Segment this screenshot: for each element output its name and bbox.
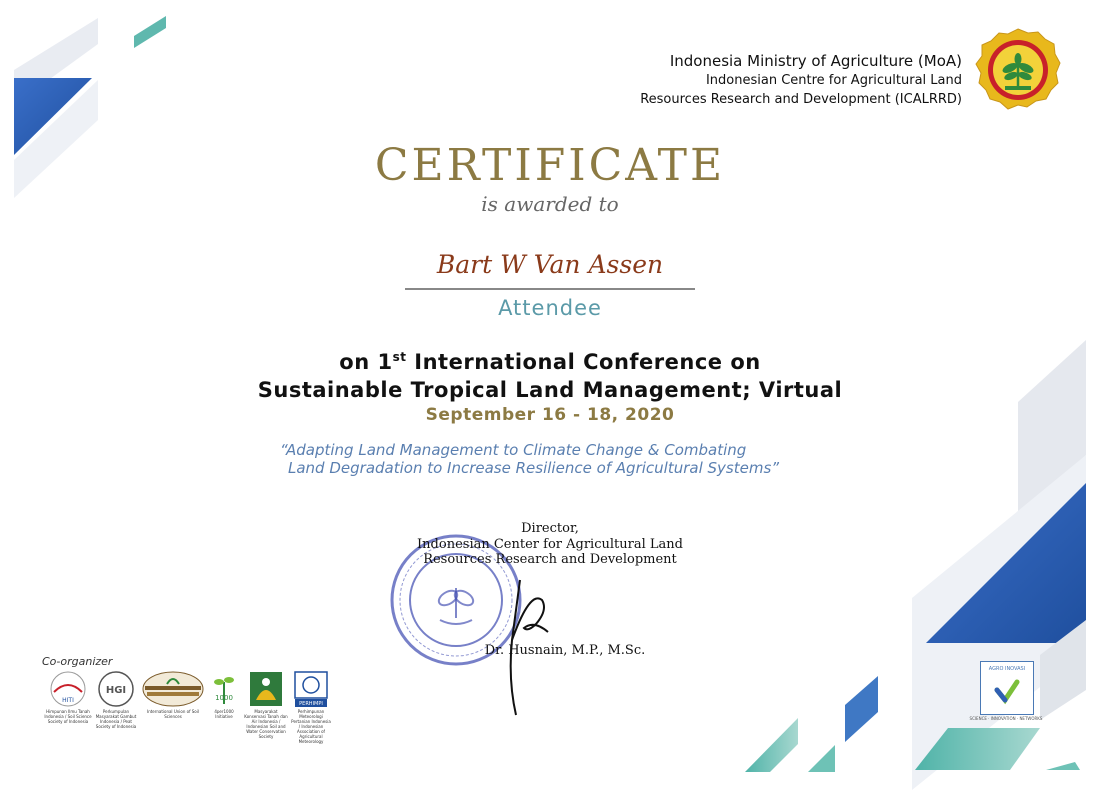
svg-text:PERHIMPI: PERHIMPI <box>299 701 323 707</box>
signatory-title: Director, <box>521 521 579 536</box>
conference-dates: September 16 - 18, 2020 <box>425 405 675 425</box>
co-organizer-hgi: HGI Perkumpulan Masyarakat Gambut Indone… <box>94 670 138 729</box>
recipient-role: Attendee <box>498 296 602 320</box>
theme-line2: Land Degradation to Increase Resilience … <box>288 459 780 477</box>
hiti-caption: Himpunan Ilmu Tanah Indonesia / Soil Sci… <box>44 709 92 724</box>
iuss-logo-icon <box>142 671 204 707</box>
hiti-logo-icon: HITI <box>50 671 86 707</box>
co-organizer-mkti: Masyarakat Konservasi Tanah dan Air Indo… <box>244 670 288 739</box>
ministry-name: Indonesia Ministry of Agriculture (MoA) <box>669 52 962 70</box>
conference-ordinal-sup: st <box>392 350 407 364</box>
mkti-caption: Masyarakat Konservasi Tanah dan Air Indo… <box>244 709 288 739</box>
bottom-shape-blue <box>845 676 878 742</box>
4per1000-caption: 4per1000 Initiative <box>214 709 234 719</box>
corner-shape-teal <box>134 16 166 48</box>
agro-inovasi-logo: AGRO INOVASI <box>980 661 1034 715</box>
certificate-title: CERTIFICATE <box>374 140 726 191</box>
svg-text:HITI: HITI <box>62 697 74 704</box>
hgi-logo-icon: HGI <box>98 671 134 707</box>
co-organizer-iuss: International Union of Soil Sciences <box>140 670 206 719</box>
4per1000-logo-icon: 1000 <box>214 677 234 704</box>
conference-line1-rest: International Conference on <box>406 350 761 374</box>
ministry-header: Indonesia Ministry of Agriculture (MoA) … <box>640 52 962 109</box>
co-organizer-hiti: HITI Himpunan Ilmu Tanah Indonesia / Soi… <box>44 670 92 724</box>
conference-prefix: on 1 <box>339 350 393 374</box>
centre-name-line1: Indonesian Centre for Agricultural Land <box>705 73 962 88</box>
agro-inovasi-title: AGRO INOVASI <box>988 666 1026 672</box>
svg-text:1000: 1000 <box>215 694 233 702</box>
theme-line1: “Adapting Land Management to Climate Cha… <box>280 441 747 459</box>
recipient-name: Bart W Van Assen <box>436 250 664 279</box>
iuss-caption: International Union of Soil Sciences <box>147 709 199 719</box>
right-shape-blue <box>926 483 1086 643</box>
svg-text:HGI: HGI <box>106 685 126 696</box>
handwritten-signature <box>509 579 549 716</box>
co-organizer-4per1000: 1000 4per1000 Initiative <box>208 670 240 719</box>
mkti-logo-icon <box>250 672 282 706</box>
checkmark-leaf-icon <box>994 679 1020 705</box>
centre-name-line2: Resources Research and Development (ICAL… <box>640 92 962 107</box>
perhimpi-caption: Perhimpunan Meteorologi Pertanian Indone… <box>291 709 331 744</box>
conference-line1: on 1st International Conference on <box>0 350 1100 374</box>
signatory-org-line1: Indonesian Center for Agricultural Land <box>417 537 683 552</box>
certificate-subtitle: is awarded to <box>481 192 619 216</box>
agro-inovasi-tagline: SCIENCE · INNOVATION · NETWORKS <box>969 716 1043 721</box>
name-underline <box>405 288 695 290</box>
bottom-shape-teal-left <box>745 718 798 772</box>
co-organizer-label: Co-organizer <box>42 655 113 668</box>
moa-logo <box>975 28 1061 110</box>
hgi-caption: Perkumpulan Masyarakat Gambut Indonesia … <box>95 709 137 729</box>
bottom-shape-teal-small <box>1046 762 1080 770</box>
signatory-name: Dr. Husnain, M.P., M.Sc. <box>484 643 646 658</box>
perhimpi-logo-icon: PERHIMPI <box>294 671 328 707</box>
conference-line2: Sustainable Tropical Land Management; Vi… <box>257 378 843 402</box>
bottom-shape-teal-mid <box>808 745 835 772</box>
co-organizer-perhimpi: PERHIMPI Perhimpunan Meteorologi Pertani… <box>290 670 332 744</box>
